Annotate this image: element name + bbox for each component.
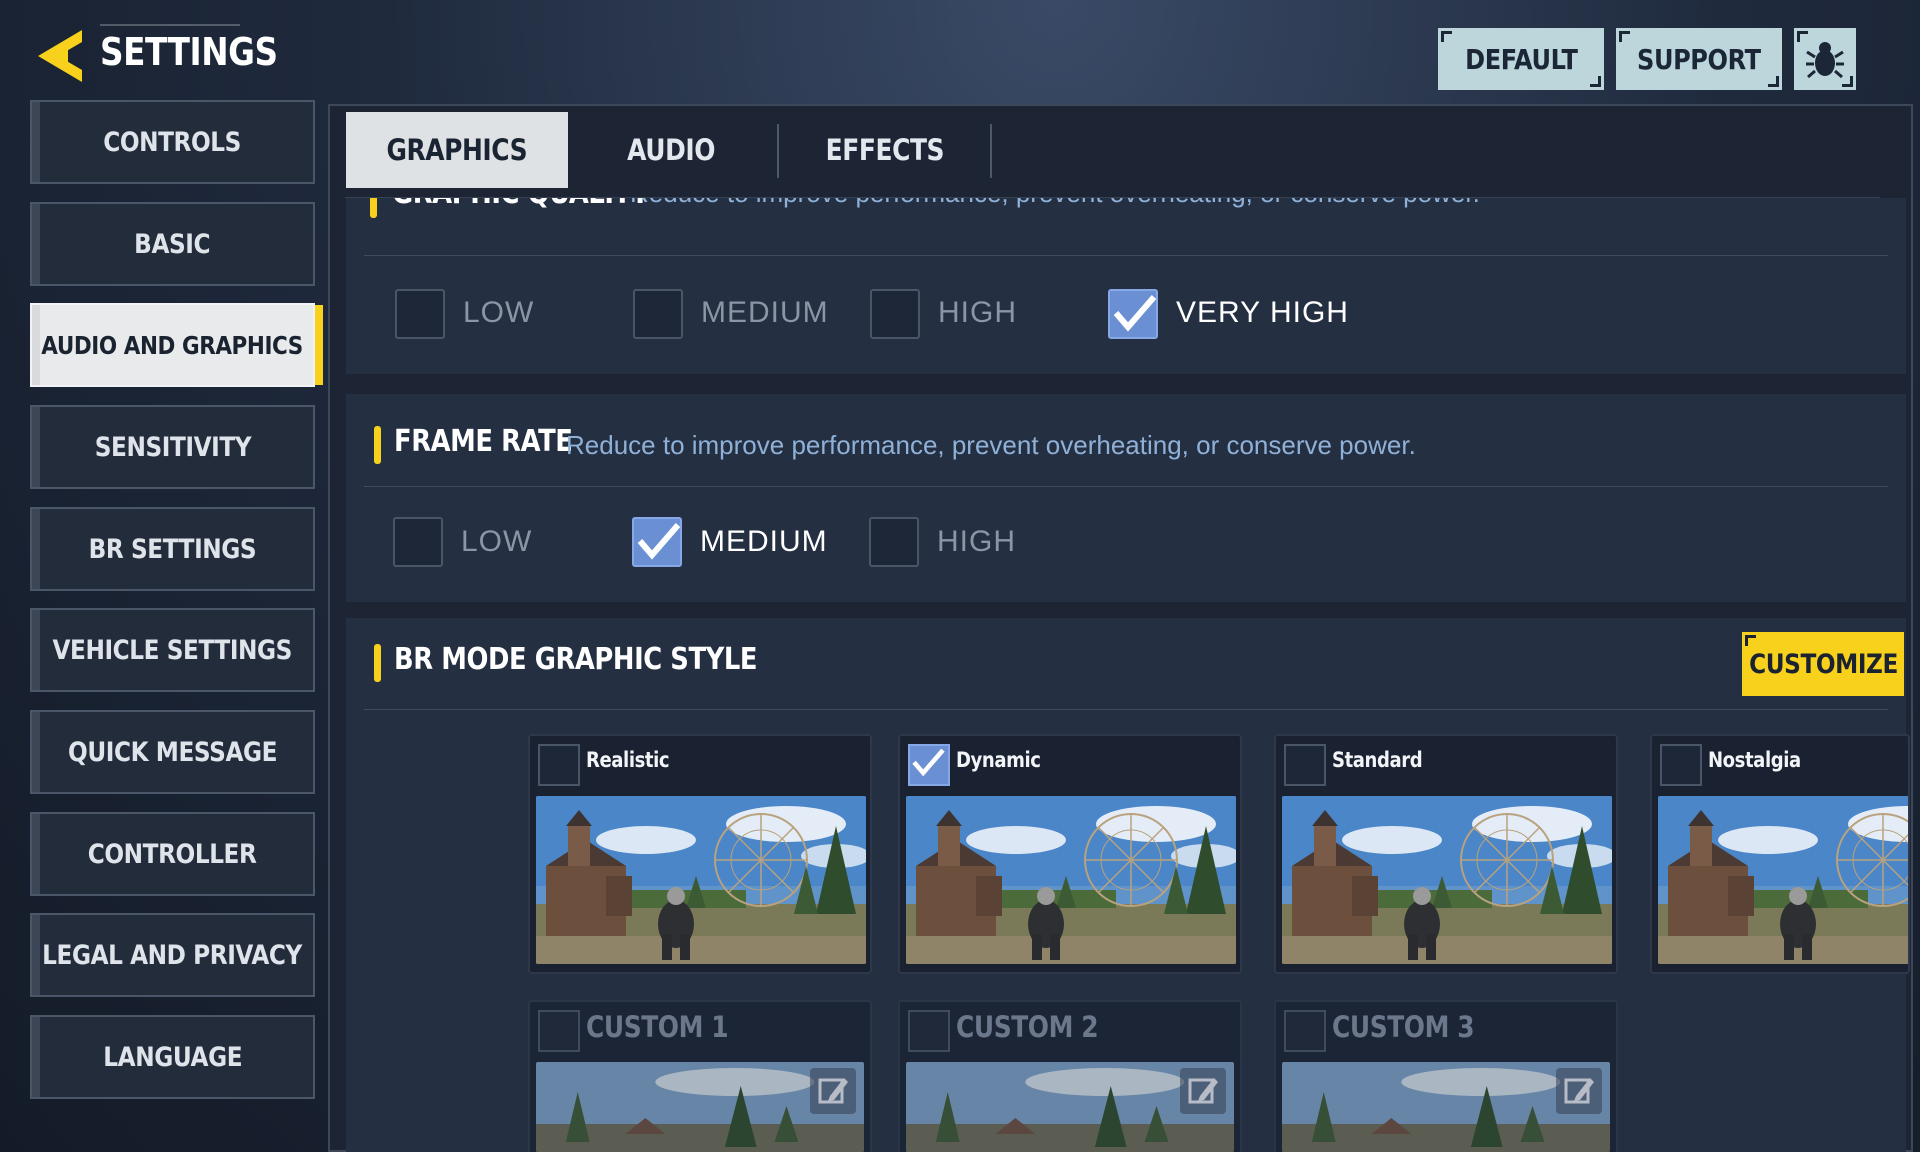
custom-style-name: CUSTOM 3 bbox=[1332, 1010, 1475, 1044]
style-card-realistic[interactable]: Realistic bbox=[528, 734, 872, 974]
title-divider bbox=[100, 24, 240, 26]
style-name: Realistic bbox=[586, 748, 670, 772]
style-nostalgia-checkbox[interactable] bbox=[1660, 744, 1702, 786]
tab-audio[interactable]: AUDIO bbox=[590, 112, 752, 188]
style-card-dynamic[interactable]: Dynamic bbox=[898, 734, 1242, 974]
sidebar-item-language[interactable]: LANGUAGE bbox=[30, 1015, 315, 1099]
style-preview-image bbox=[1282, 796, 1612, 964]
sidebar-item-br-settings[interactable]: BR SETTINGS bbox=[30, 507, 315, 591]
style-dynamic-checkbox[interactable] bbox=[908, 744, 950, 786]
fr-low-label: LOW bbox=[461, 525, 533, 558]
page-title: SETTINGS bbox=[100, 30, 278, 74]
custom-preview bbox=[1282, 1062, 1610, 1152]
section-rule bbox=[364, 255, 1888, 256]
sidebar-item-sensitivity[interactable]: SENSITIVITY bbox=[30, 405, 315, 489]
sidebar-item-quick-message[interactable]: QUICK MESSAGE bbox=[30, 710, 315, 794]
gq-medium-checkbox[interactable] bbox=[633, 289, 683, 339]
section-accent-bar bbox=[370, 198, 377, 218]
custom-preview bbox=[906, 1062, 1234, 1152]
style-name: Nostalgia bbox=[1708, 748, 1801, 772]
fr-medium-label: MEDIUM bbox=[700, 525, 828, 558]
sidebar-item-basic[interactable]: BASIC bbox=[30, 202, 315, 286]
support-button[interactable]: SUPPORT bbox=[1616, 28, 1782, 90]
custom-1-checkbox[interactable] bbox=[538, 1010, 580, 1052]
br-mode-style-title: BR MODE GRAPHIC STYLE bbox=[394, 642, 758, 677]
custom-style-name: CUSTOM 1 bbox=[586, 1010, 729, 1044]
sidebar-item-legal-and-privacy[interactable]: LEGAL AND PRIVACY bbox=[30, 913, 315, 997]
section-rule bbox=[364, 709, 1888, 710]
frame-rate-section: FRAME RATE Reduce to improve performance… bbox=[346, 394, 1906, 602]
sidebar-item-controller[interactable]: CONTROLLER bbox=[30, 812, 315, 896]
settings-scroll-area[interactable]: GRAPHIC QUALITY Reduce to improve perfor… bbox=[330, 198, 1912, 1152]
customize-button[interactable]: CUSTOMIZE bbox=[1742, 632, 1904, 696]
sidebar-item-audio-and-graphics[interactable]: AUDIO AND GRAPHICS bbox=[30, 303, 323, 387]
checkmark-icon bbox=[912, 748, 945, 777]
default-button[interactable]: DEFAULT bbox=[1438, 28, 1604, 90]
checkmark-icon bbox=[1113, 295, 1157, 332]
checkmark-icon bbox=[637, 523, 681, 560]
custom-style-card-1[interactable]: CUSTOM 1 bbox=[528, 1000, 872, 1152]
custom-2-checkbox[interactable] bbox=[908, 1010, 950, 1052]
style-name: Dynamic bbox=[956, 748, 1041, 772]
section-accent-bar bbox=[374, 426, 381, 464]
tab-graphics[interactable]: GRAPHICS bbox=[346, 112, 568, 188]
sidebar-item-controls[interactable]: CONTROLS bbox=[30, 100, 315, 184]
custom-3-checkbox[interactable] bbox=[1284, 1010, 1326, 1052]
br-mode-graphic-style-section: BR MODE GRAPHIC STYLE Realistic Dynamic … bbox=[346, 618, 1910, 1152]
bug-icon bbox=[1806, 42, 1844, 79]
sidebar-item-vehicle-settings[interactable]: VEHICLE SETTINGS bbox=[30, 608, 315, 692]
style-name: Standard bbox=[1332, 748, 1423, 772]
fr-high-label: HIGH bbox=[937, 525, 1016, 558]
edit-icon[interactable] bbox=[810, 1068, 856, 1114]
section-rule bbox=[364, 486, 1888, 487]
fr-high-checkbox[interactable] bbox=[869, 517, 919, 567]
tab-effects[interactable]: EFFECTS bbox=[800, 112, 970, 188]
tab-divider bbox=[990, 124, 992, 178]
gq-medium-label: MEDIUM bbox=[701, 296, 829, 329]
section-accent-bar bbox=[374, 644, 381, 682]
style-preview-image bbox=[536, 796, 866, 964]
gq-very-high-checkbox[interactable] bbox=[1108, 289, 1158, 339]
fr-low-checkbox[interactable] bbox=[393, 517, 443, 567]
custom-style-name: CUSTOM 2 bbox=[956, 1010, 1099, 1044]
tab-divider bbox=[777, 124, 779, 178]
style-realistic-checkbox[interactable] bbox=[538, 744, 580, 786]
edit-icon[interactable] bbox=[1556, 1068, 1602, 1114]
back-arrow-icon[interactable] bbox=[34, 26, 86, 86]
style-preview-image bbox=[1658, 796, 1910, 964]
custom-preview bbox=[536, 1062, 864, 1152]
bug-report-button[interactable] bbox=[1794, 28, 1856, 90]
custom-style-card-2[interactable]: CUSTOM 2 bbox=[898, 1000, 1242, 1152]
fr-medium-checkbox[interactable] bbox=[632, 517, 682, 567]
gq-low-checkbox[interactable] bbox=[395, 289, 445, 339]
gq-low-label: LOW bbox=[463, 296, 535, 329]
gq-very-high-label: VERY HIGH bbox=[1176, 296, 1349, 329]
graphic-quality-section: GRAPHIC QUALITY Reduce to improve perfor… bbox=[346, 198, 1906, 374]
edit-icon[interactable] bbox=[1180, 1068, 1226, 1114]
style-card-standard[interactable]: Standard bbox=[1274, 734, 1618, 974]
style-standard-checkbox[interactable] bbox=[1284, 744, 1326, 786]
style-preview-image bbox=[906, 796, 1236, 964]
graphic-quality-description: Reduce to improve performance, prevent o… bbox=[630, 198, 1480, 209]
gq-high-label: HIGH bbox=[938, 296, 1017, 329]
style-card-nostalgia[interactable]: Nostalgia bbox=[1650, 734, 1910, 974]
gq-high-checkbox[interactable] bbox=[870, 289, 920, 339]
custom-style-card-3[interactable]: CUSTOM 3 bbox=[1274, 1000, 1618, 1152]
frame-rate-description: Reduce to improve performance, prevent o… bbox=[566, 430, 1416, 460]
